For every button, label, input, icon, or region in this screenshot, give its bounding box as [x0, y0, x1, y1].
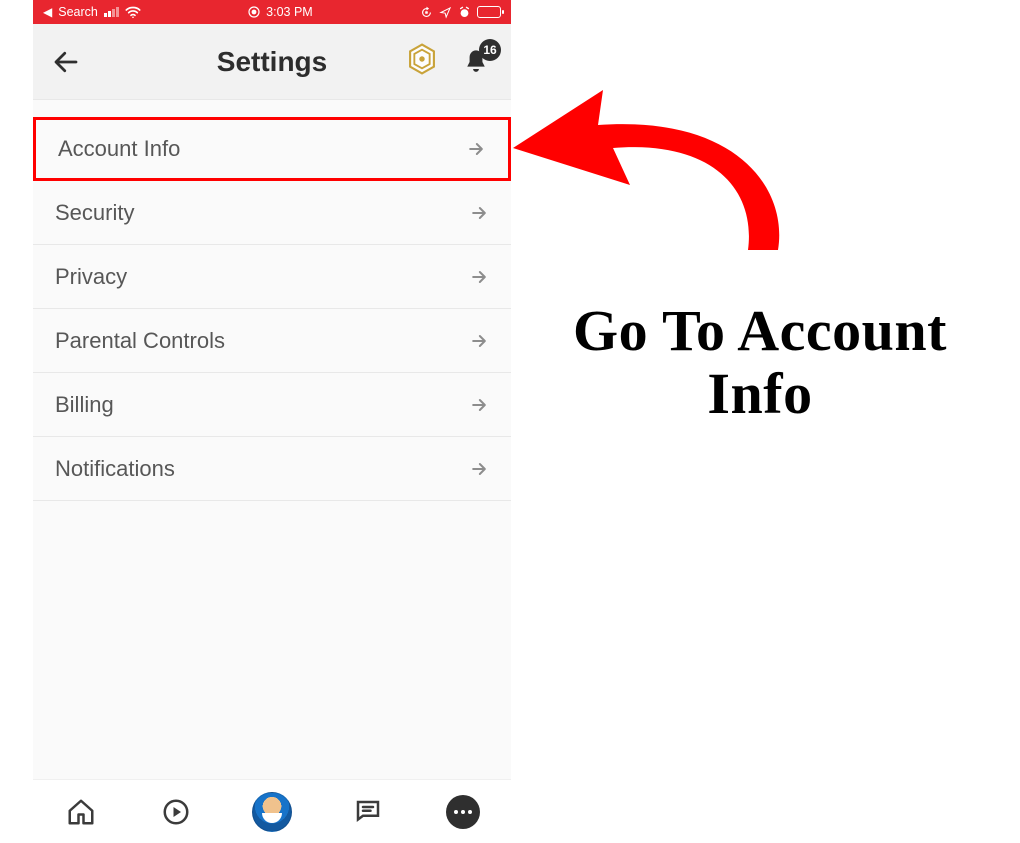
signal-strength-icon — [104, 7, 119, 17]
menu-item-label: Billing — [55, 392, 114, 418]
menu-item-billing[interactable]: Billing — [33, 373, 511, 437]
tab-chat[interactable] — [346, 790, 390, 834]
menu-item-label: Notifications — [55, 456, 175, 482]
chevron-right-icon — [466, 139, 486, 159]
battery-icon — [477, 6, 501, 18]
settings-list: Account Info Security Privacy Parental C… — [33, 100, 511, 501]
back-to-app-label[interactable]: Search — [58, 5, 98, 19]
menu-item-parental-controls[interactable]: Parental Controls — [33, 309, 511, 373]
menu-item-security[interactable]: Security — [33, 181, 511, 245]
tab-more[interactable] — [441, 790, 485, 834]
menu-item-label: Parental Controls — [55, 328, 225, 354]
app-header: Settings 16 — [33, 24, 511, 100]
menu-item-notifications[interactable]: Notifications — [33, 437, 511, 501]
canvas: ◀ Search 3:03 PM — [0, 0, 1020, 843]
notification-badge: 16 — [479, 39, 501, 61]
chevron-right-icon — [469, 203, 489, 223]
tab-home[interactable] — [59, 790, 103, 834]
status-center: 3:03 PM — [141, 5, 420, 19]
phone-inner: ◀ Search 3:03 PM — [33, 0, 511, 843]
clock-time: 3:03 PM — [266, 5, 313, 19]
more-icon — [446, 795, 480, 829]
status-right — [420, 6, 501, 19]
alarm-icon — [458, 6, 471, 19]
robux-button[interactable] — [405, 42, 439, 81]
menu-item-label: Security — [55, 200, 134, 226]
menu-item-account-info[interactable]: Account Info — [33, 117, 511, 181]
back-button[interactable] — [51, 47, 91, 77]
play-circle-icon — [161, 797, 191, 827]
ios-status-bar: ◀ Search 3:03 PM — [33, 0, 511, 24]
phone-frame: ◀ Search 3:03 PM — [33, 0, 511, 843]
recording-indicator-icon — [248, 6, 260, 18]
menu-item-label: Account Info — [58, 136, 180, 162]
chat-icon — [353, 797, 383, 827]
robux-icon — [405, 42, 439, 76]
orientation-lock-icon — [420, 6, 433, 19]
location-icon — [439, 6, 452, 19]
avatar-icon — [252, 792, 292, 832]
annotation-text: Go To Account Info — [520, 300, 1000, 425]
annotation-arrow-icon — [508, 70, 808, 300]
tab-discover[interactable] — [154, 790, 198, 834]
chevron-right-icon — [469, 331, 489, 351]
back-to-app-caret-icon[interactable]: ◀ — [43, 6, 52, 18]
chevron-right-icon — [469, 267, 489, 287]
home-icon — [66, 797, 96, 827]
menu-item-label: Privacy — [55, 264, 127, 290]
bottom-tab-bar — [33, 779, 511, 843]
chevron-right-icon — [469, 395, 489, 415]
wifi-icon — [125, 6, 141, 18]
header-actions: 16 — [405, 42, 493, 81]
menu-item-privacy[interactable]: Privacy — [33, 245, 511, 309]
status-left: ◀ Search — [43, 5, 141, 19]
back-arrow-icon — [51, 47, 81, 77]
chevron-right-icon — [469, 459, 489, 479]
empty-area — [33, 501, 511, 779]
notifications-button[interactable]: 16 — [459, 45, 493, 79]
tab-avatar[interactable] — [250, 790, 294, 834]
